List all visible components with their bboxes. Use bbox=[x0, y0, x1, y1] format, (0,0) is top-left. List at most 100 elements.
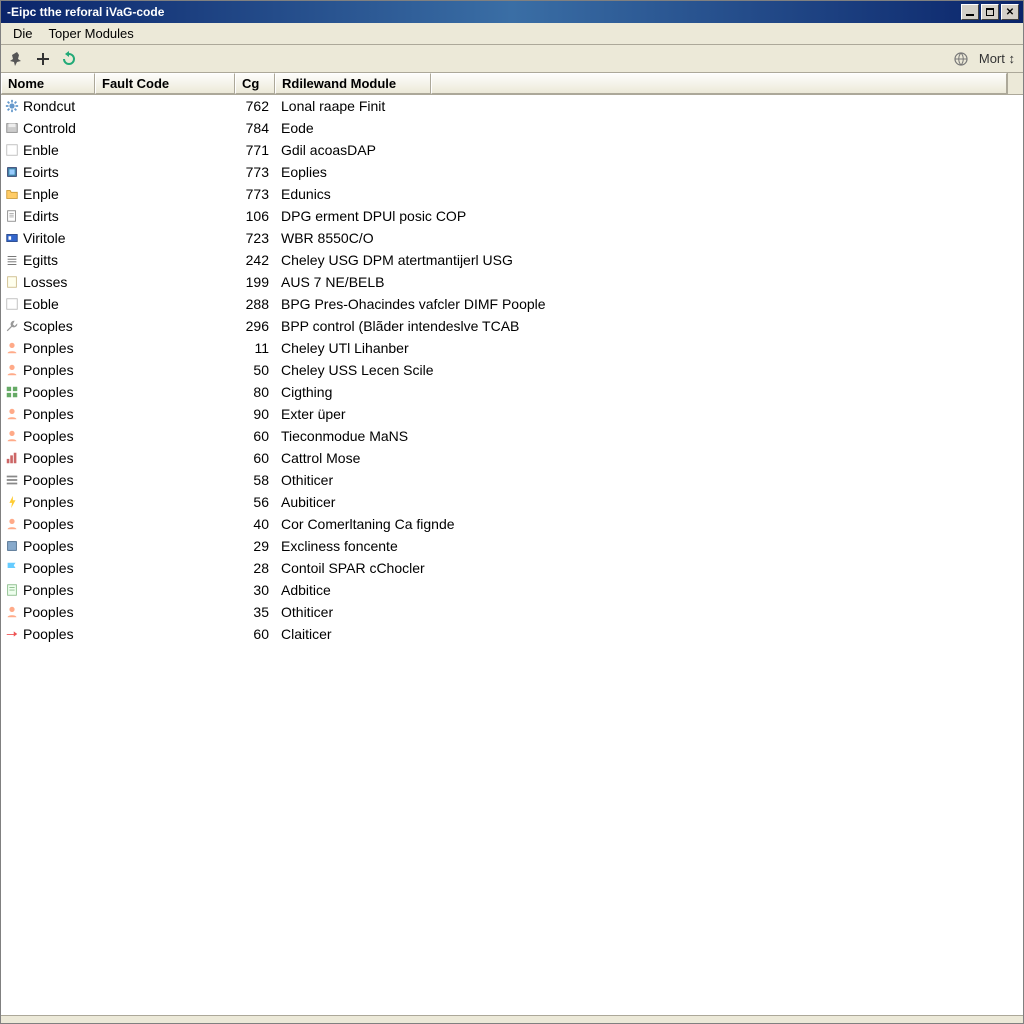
table-row[interactable]: Eoble288BPG Pres-Ohacindes vafcler DIMF … bbox=[1, 293, 1023, 315]
cell-cg: 199 bbox=[235, 274, 275, 290]
cell-module: Cheley USS Lecen Scile bbox=[275, 362, 1023, 378]
spark-icon bbox=[3, 495, 21, 509]
table-row[interactable]: Ponples30Adbitice bbox=[1, 579, 1023, 601]
window-controls: ✕ bbox=[961, 4, 1019, 20]
cell-name: Ponples bbox=[21, 406, 95, 422]
table-row[interactable]: Pooples58Othiticer bbox=[1, 469, 1023, 491]
cell-cg: 28 bbox=[235, 560, 275, 576]
app-window: -Eipc tthe reforal iVaG-code ✕ Die Toper… bbox=[0, 0, 1024, 1024]
table-row[interactable]: Ponples11Cheley UTl Lihanber bbox=[1, 337, 1023, 359]
cell-module: Exter üper bbox=[275, 406, 1023, 422]
cell-name: Ponples bbox=[21, 582, 95, 598]
page-icon bbox=[3, 275, 21, 289]
cell-name: Pooples bbox=[21, 626, 95, 642]
table-row[interactable]: Scoples296BPP control (Blãder intendeslv… bbox=[1, 315, 1023, 337]
note-icon bbox=[3, 583, 21, 597]
maximize-button[interactable] bbox=[981, 4, 999, 20]
table-row[interactable]: Pooples60Cattrol Mose bbox=[1, 447, 1023, 469]
cell-cg: 242 bbox=[235, 252, 275, 268]
cell-name: Viritole bbox=[21, 230, 95, 246]
cell-module: Cigthing bbox=[275, 384, 1023, 400]
minimize-button[interactable] bbox=[961, 4, 979, 20]
bars-icon bbox=[3, 451, 21, 465]
table-row[interactable]: Ponples56Aubiticer bbox=[1, 491, 1023, 513]
person-icon bbox=[3, 363, 21, 377]
tool-refresh[interactable] bbox=[57, 48, 81, 70]
table-row[interactable]: Edirts 106DPG erment DPUl posic COP bbox=[1, 205, 1023, 227]
column-header-cg[interactable]: Cg bbox=[235, 73, 275, 94]
close-button[interactable]: ✕ bbox=[1001, 4, 1019, 20]
cell-module: Gdil acoasDAP bbox=[275, 142, 1023, 158]
table-row[interactable]: Pooples29Excliness foncente bbox=[1, 535, 1023, 557]
columns-header: Nome Fault Code Cg Rdilewand Module bbox=[1, 73, 1023, 95]
table-row[interactable]: Rondcut 762Lonal raape Finit bbox=[1, 95, 1023, 117]
cell-cg: 762 bbox=[235, 98, 275, 114]
table-row[interactable]: Ponples 90Exter üper bbox=[1, 403, 1023, 425]
arrow-icon bbox=[3, 627, 21, 641]
table-row[interactable]: Viritole723WBR 8550C/O bbox=[1, 227, 1023, 249]
column-header-fault[interactable]: Fault Code bbox=[95, 73, 235, 94]
window-title: -Eipc tthe reforal iVaG-code bbox=[5, 5, 164, 19]
table-row[interactable]: Losses199AUS 7 NE/BELB bbox=[1, 271, 1023, 293]
cell-name: Edirts bbox=[21, 208, 95, 224]
cell-cg: 60 bbox=[235, 450, 275, 466]
person-icon bbox=[3, 605, 21, 619]
table-row[interactable]: Pooples28Contoil SPAR cChocler bbox=[1, 557, 1023, 579]
table-row[interactable]: Enble771Gdil acoasDAP bbox=[1, 139, 1023, 161]
cell-module: Excliness foncente bbox=[275, 538, 1023, 554]
table-row[interactable]: Eoirts 773Eoplies bbox=[1, 161, 1023, 183]
refresh-icon bbox=[61, 51, 77, 67]
cell-cg: 773 bbox=[235, 186, 275, 202]
tool-add[interactable] bbox=[31, 48, 55, 70]
tool-globe[interactable] bbox=[949, 48, 973, 70]
cell-name: Scoples bbox=[21, 318, 95, 334]
toolbar-left bbox=[5, 48, 81, 70]
cell-name: Enple bbox=[21, 186, 95, 202]
title-bar[interactable]: -Eipc tthe reforal iVaG-code ✕ bbox=[1, 1, 1023, 23]
cell-name: Eoirts bbox=[21, 164, 95, 180]
wrench-icon bbox=[3, 319, 21, 333]
table-row[interactable]: Pooples80Cigthing bbox=[1, 381, 1023, 403]
menu-item-file[interactable]: Die bbox=[5, 24, 41, 43]
maximize-icon bbox=[986, 8, 994, 16]
table-row[interactable]: Pooples60Claiticer bbox=[1, 623, 1023, 645]
table-row[interactable]: Pooples35Othiticer bbox=[1, 601, 1023, 623]
cell-module: Eoplies bbox=[275, 164, 1023, 180]
menu-bar: Die Toper Modules bbox=[1, 23, 1023, 45]
cell-name: Rondcut bbox=[21, 98, 95, 114]
cell-cg: 56 bbox=[235, 494, 275, 510]
menu-item-modules[interactable]: Toper Modules bbox=[41, 24, 142, 43]
table-row[interactable]: Pooples60Tieconmodue MaNS bbox=[1, 425, 1023, 447]
toolbar-sort-label[interactable]: Mort ↕ bbox=[975, 51, 1019, 66]
column-header-name[interactable]: Nome bbox=[1, 73, 95, 94]
table-body[interactable]: Rondcut 762Lonal raape Finit Controld784Eo… bbox=[1, 95, 1023, 1015]
cell-name: Pooples bbox=[21, 450, 95, 466]
lines-icon bbox=[3, 473, 21, 487]
table-row[interactable]: Ponples50Cheley USS Lecen Scile bbox=[1, 359, 1023, 381]
cell-name: Ponples bbox=[21, 362, 95, 378]
list-icon bbox=[3, 253, 21, 267]
cell-module: Edunics bbox=[275, 186, 1023, 202]
cell-name: Pooples bbox=[21, 604, 95, 620]
cell-name: Pooples bbox=[21, 560, 95, 576]
tool-bar: Mort ↕ bbox=[1, 45, 1023, 73]
cell-cg: 106 bbox=[235, 208, 275, 224]
table-row[interactable]: Controld784Eode bbox=[1, 117, 1023, 139]
cell-cg: 773 bbox=[235, 164, 275, 180]
grid-icon bbox=[3, 385, 21, 399]
person-icon bbox=[3, 517, 21, 531]
cell-module: WBR 8550C/O bbox=[275, 230, 1023, 246]
close-icon: ✕ bbox=[1006, 7, 1014, 18]
person-icon bbox=[3, 341, 21, 355]
cell-module: Lonal raape Finit bbox=[275, 98, 1023, 114]
column-header-module[interactable]: Rdilewand Module bbox=[275, 73, 431, 94]
plus-icon bbox=[35, 51, 51, 67]
table-row[interactable]: Egitts242Cheley USG DPM atertmantijerl U… bbox=[1, 249, 1023, 271]
minimize-icon bbox=[966, 14, 974, 16]
cell-cg: 90 bbox=[235, 406, 275, 422]
table-row[interactable]: Pooples40Cor Comerltaning Ca fignde bbox=[1, 513, 1023, 535]
tool-pin[interactable] bbox=[5, 48, 29, 70]
column-header-spacer bbox=[431, 73, 1007, 94]
cell-module: DPG erment DPUl posic COP bbox=[275, 208, 1023, 224]
table-row[interactable]: Enple 773Edunics bbox=[1, 183, 1023, 205]
